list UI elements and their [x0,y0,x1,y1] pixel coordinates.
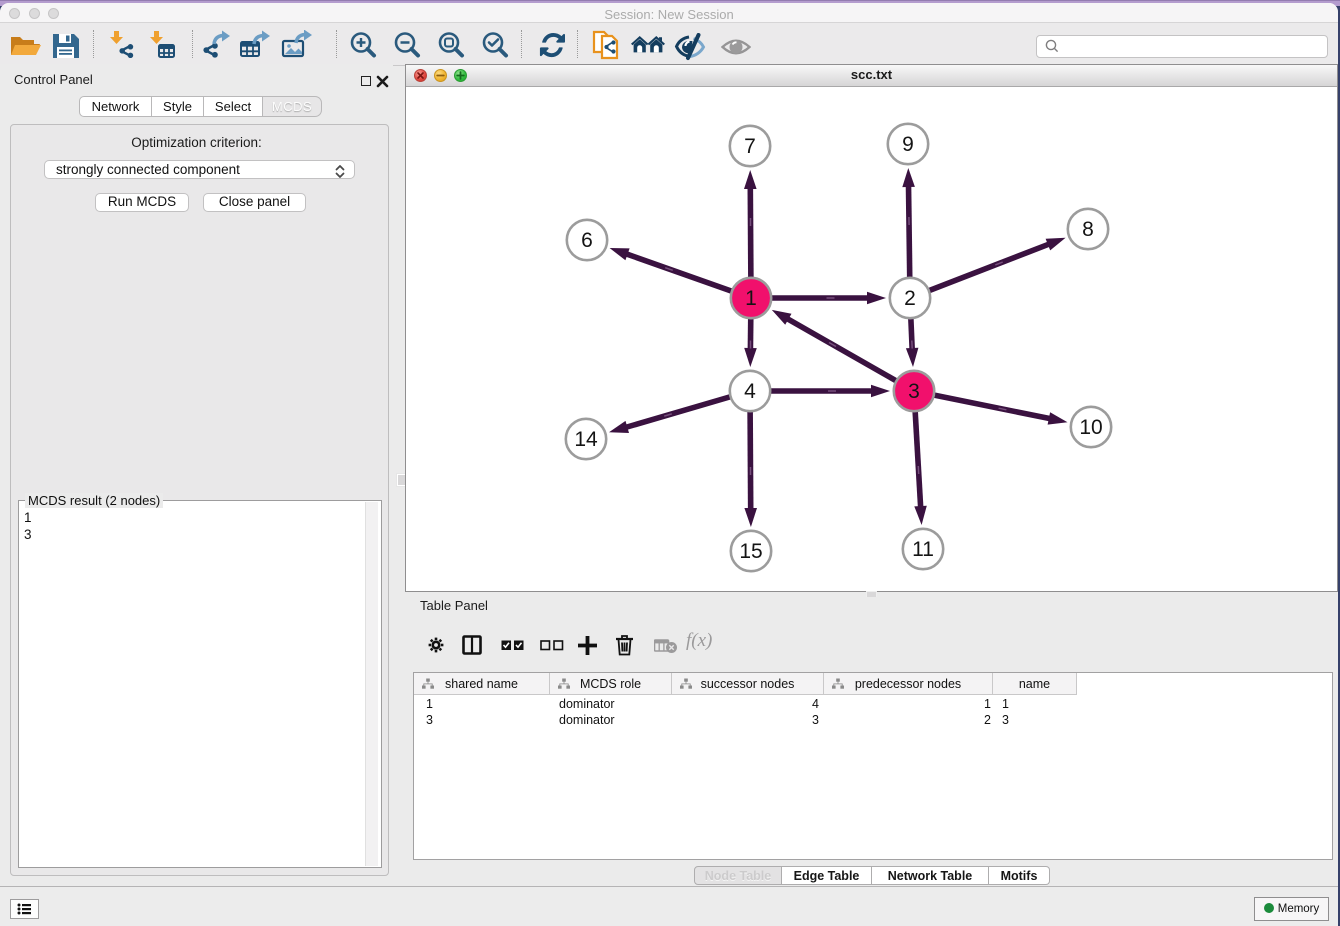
svg-text:8: 8 [1082,218,1094,241]
svg-text:7: 7 [744,135,756,158]
svg-text:14: 14 [574,428,598,451]
svg-text:1: 1 [745,287,757,310]
svg-text:11: 11 [912,538,934,561]
svg-text:9: 9 [902,133,914,156]
svg-text:3: 3 [908,380,920,403]
svg-text:10: 10 [1079,416,1102,439]
svg-text:2: 2 [904,287,916,310]
svg-text:6: 6 [581,229,593,252]
svg-text:15: 15 [739,540,762,563]
svg-text:4: 4 [744,380,756,403]
